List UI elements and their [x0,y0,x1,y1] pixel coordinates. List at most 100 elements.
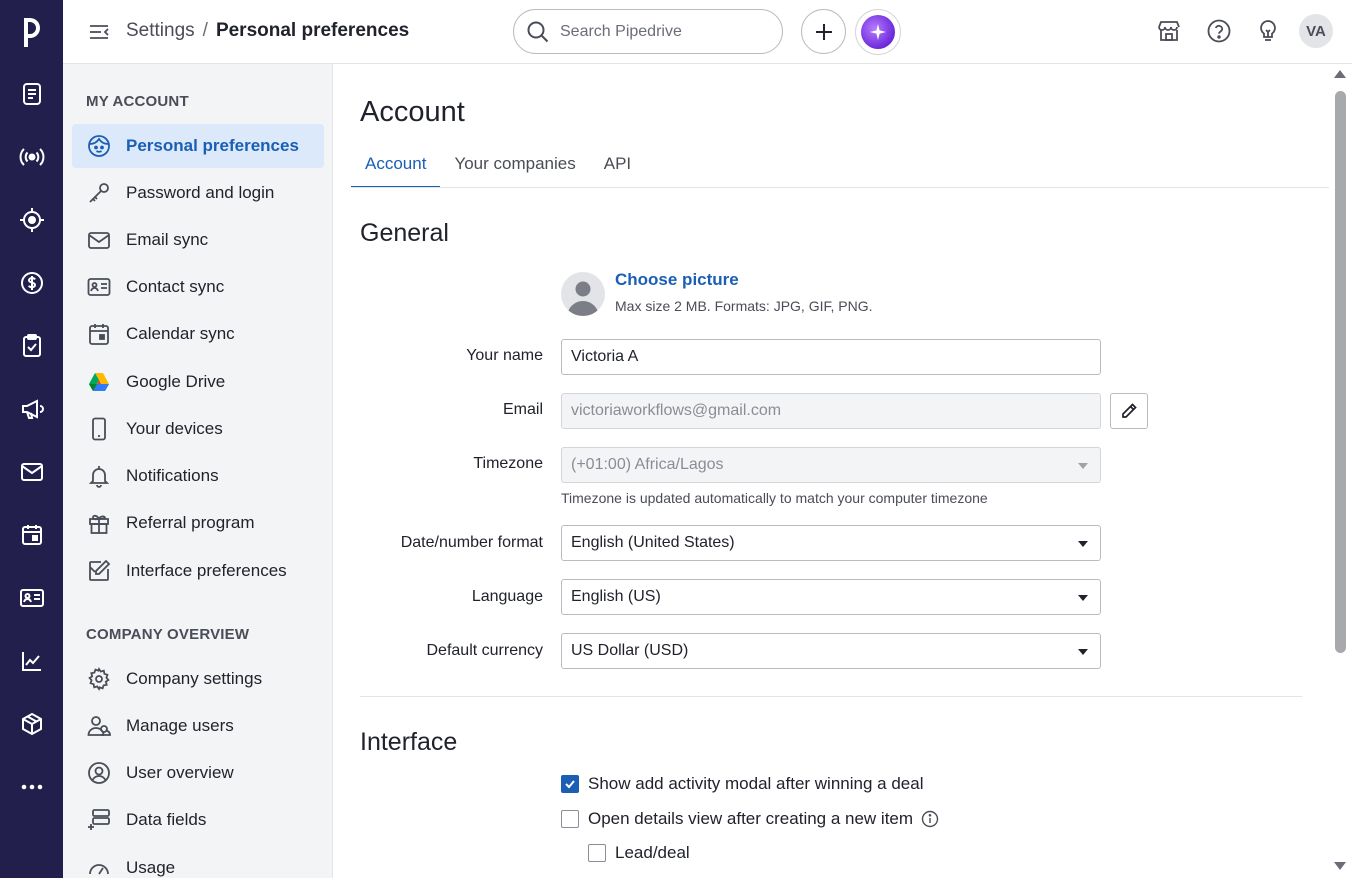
rail-campaigns[interactable] [0,133,63,181]
checkbox-row-lead-deal[interactable]: Lead/deal [588,843,690,863]
ai-assistant-button[interactable] [855,9,901,55]
app-rail [0,0,63,878]
more-icon [21,784,42,790]
search-box[interactable] [513,9,783,54]
rail-leads-inbox[interactable] [0,70,63,118]
edit-email-button[interactable] [1110,393,1148,429]
date-format-select[interactable]: English (United States) [561,525,1101,561]
sidebar-item-company-settings[interactable]: Company settings [72,657,324,701]
rail-contacts[interactable] [0,574,63,622]
rail-campaigns-megaphone[interactable] [0,385,63,433]
lead-deal-checkbox[interactable] [588,844,606,862]
email-field: victoriaworkflows@gmail.com [561,393,1101,429]
rail-insights[interactable] [0,637,63,685]
marketplace-button[interactable] [1156,18,1182,44]
calendar-icon [21,525,42,545]
face-icon [88,135,110,157]
main-scrollbar[interactable] [1329,64,1352,878]
products-box-icon [21,712,42,736]
rail-calendar[interactable] [0,511,63,559]
sidebar-item-label: Personal preferences [126,136,299,155]
sidebar-item-label: Notifications [126,466,219,485]
pencil-icon [1122,403,1137,418]
sidebar-item-label: Password and login [126,183,275,202]
rail-more[interactable] [0,763,63,811]
rail-target[interactable] [0,196,63,244]
rail-activities[interactable] [0,322,63,370]
rail-products[interactable] [0,700,63,748]
checkbox-row-open-details[interactable]: Open details view after creating a new i… [561,809,939,829]
sidebar-item-your-devices[interactable]: Your devices [72,407,324,451]
breadcrumb: Settings / Personal preferences [126,20,409,42]
user-avatar[interactable]: VA [1299,14,1333,48]
language-select[interactable]: English (US) [561,579,1101,615]
scroll-up-arrow-icon[interactable] [1334,70,1346,78]
user-silhouette-icon [567,281,599,316]
sidebar-item-label: User overview [126,763,234,782]
store-icon [1158,21,1180,41]
sidebar-item-email-sync[interactable]: Email sync [72,218,324,262]
info-icon[interactable] [921,810,939,828]
pipedrive-logo[interactable] [0,0,63,63]
sidebar-item-label: Company settings [126,669,263,688]
checkbox-row-activity-modal[interactable]: Show add activity modal after winning a … [561,774,923,794]
default-currency-label: Default currency [426,642,544,659]
gear-icon [88,667,110,691]
pipedrive-logo-icon [23,17,40,47]
envelope-icon [88,232,110,249]
profile-picture-placeholder[interactable] [561,272,605,316]
tab-api[interactable]: API [590,144,645,188]
campaigns-broadcast-icon [19,148,44,166]
phone-icon [92,417,106,441]
search-input[interactable] [560,22,760,41]
breadcrumb-separator: / [202,20,208,41]
show-activity-modal-checkbox[interactable] [561,775,579,793]
interface-section-title: Interface [360,728,458,756]
calendar-icon [89,324,109,345]
menu-toggle-button[interactable] [87,20,111,44]
choose-picture-link[interactable]: Choose picture [615,270,739,290]
sidebar-item-label: Your devices [126,419,223,438]
contact-card-icon [87,278,111,296]
sidebar-item-interface-preferences[interactable]: Interface preferences [72,549,324,593]
scrollbar-thumb[interactable] [1335,91,1346,653]
megaphone-icon [21,399,44,419]
sidebar-item-calendar-sync[interactable]: Calendar sync [72,312,324,356]
sidebar-item-label: Google Drive [126,372,226,391]
sidebar-item-label: Email sync [126,230,209,249]
leads-inbox-icon [22,83,41,105]
sidebar-item-contact-sync[interactable]: Contact sync [72,265,324,309]
main-content: Account Account Your companies API Gener… [333,64,1329,878]
tab-account[interactable]: Account [351,144,441,188]
sidebar-item-data-fields[interactable]: Data fields [72,798,324,842]
tab-your-companies[interactable]: Your companies [440,144,589,188]
chevron-down-icon [1078,649,1088,655]
sidebar-item-notifications[interactable]: Notifications [72,454,324,498]
checkbox-label: Open details view after creating a new i… [588,809,914,828]
sidebar-item-personal-preferences[interactable]: Personal preferences [72,124,324,168]
scroll-down-arrow-icon[interactable] [1334,862,1346,870]
default-currency-select[interactable]: US Dollar (USD) [561,633,1101,669]
your-name-input[interactable] [561,339,1101,375]
chevron-down-icon [1078,595,1088,601]
breadcrumb-settings-link[interactable]: Settings [126,20,195,42]
sidebar-item-password-login[interactable]: Password and login [72,171,324,215]
sidebar-item-manage-users[interactable]: Manage users [72,704,324,748]
help-question-icon [1207,19,1231,43]
bell-icon [88,466,110,488]
lightbulb-icon [1260,20,1276,41]
help-button[interactable] [1206,18,1232,44]
sidebar-item-user-overview[interactable]: User overview [72,751,324,795]
rail-deals[interactable] [0,259,63,307]
ai-sparkle-badge [861,15,895,49]
open-details-checkbox[interactable] [561,810,579,828]
key-icon [89,183,109,203]
deals-dollar-icon [20,272,43,294]
sidebar-item-google-drive[interactable]: Google Drive [72,360,324,404]
sidebar-item-usage[interactable]: Usage [72,846,324,878]
contacts-card-icon [19,589,44,607]
rail-mail[interactable] [0,448,63,496]
sidebar-item-referral-program[interactable]: Referral program [72,501,324,545]
tips-button[interactable] [1255,18,1281,44]
quick-add-button[interactable] [801,9,846,54]
